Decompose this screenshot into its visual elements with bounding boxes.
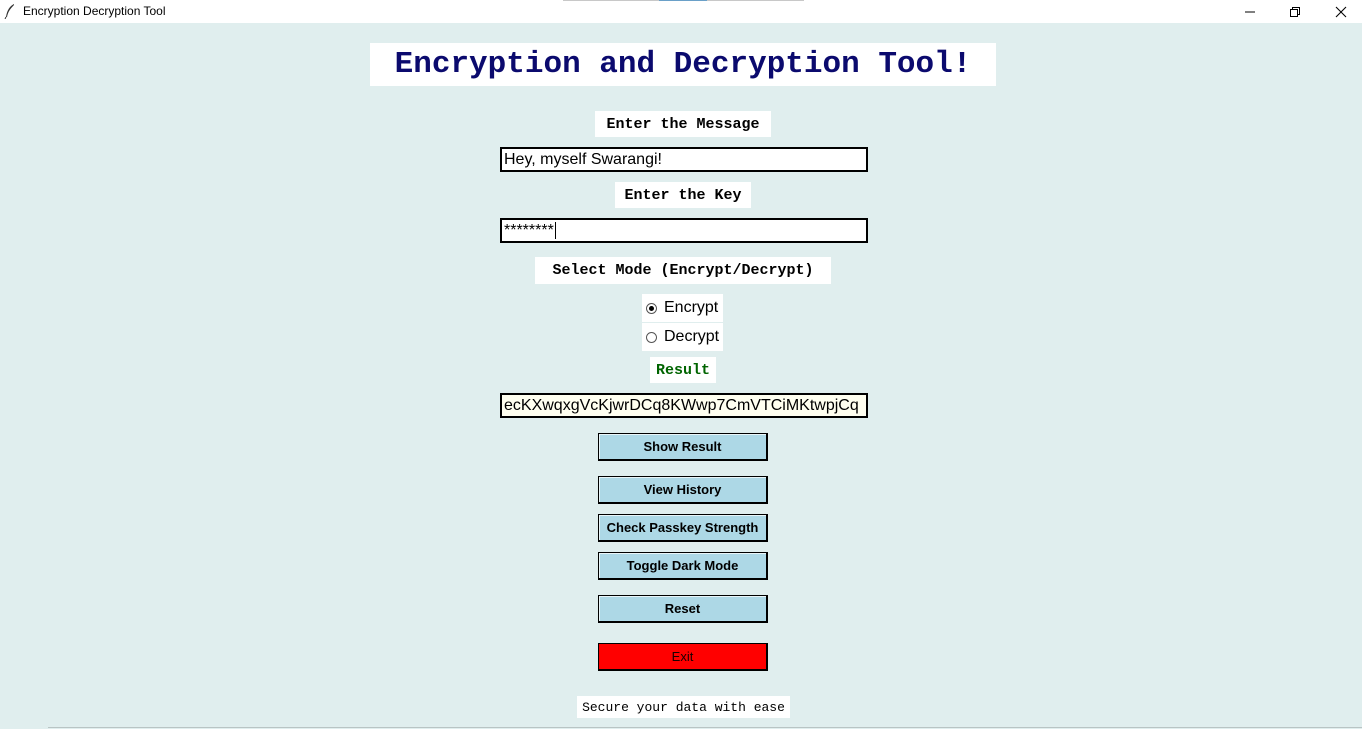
check-passkey-strength-button[interactable]: Check Passkey Strength	[598, 514, 768, 542]
page-title: Encryption and Decryption Tool!	[370, 43, 996, 86]
footer-tagline: Secure your data with ease	[577, 696, 790, 718]
bottom-divider	[48, 727, 1362, 728]
key-input[interactable]: ********	[500, 218, 868, 243]
titlebar-strip	[707, 0, 804, 1]
radio-encrypt[interactable]: Encrypt	[642, 294, 723, 322]
view-history-button[interactable]: View History	[598, 476, 768, 504]
feather-icon	[4, 4, 14, 19]
message-label: Enter the Message	[595, 111, 771, 137]
exit-button[interactable]: Exit	[598, 643, 768, 671]
minimize-icon	[1245, 11, 1255, 12]
close-button[interactable]	[1318, 0, 1362, 23]
show-result-button[interactable]: Show Result	[598, 433, 768, 461]
key-value: ********	[504, 222, 554, 239]
titlebar-strip-active	[659, 0, 707, 1]
message-input[interactable]: Hey, myself Swarangi!	[500, 147, 868, 172]
restore-button[interactable]	[1272, 0, 1318, 23]
reset-button[interactable]: Reset	[598, 595, 768, 623]
radio-decrypt-label: Decrypt	[664, 328, 720, 345]
window-title: Encryption Decryption Tool	[23, 4, 166, 18]
window-titlebar: Encryption Decryption Tool	[0, 0, 1362, 23]
mode-label: Select Mode (Encrypt/Decrypt)	[535, 257, 831, 284]
radio-unselected-icon	[646, 331, 657, 343]
minimize-button[interactable]	[1227, 0, 1273, 23]
text-cursor	[554, 222, 556, 240]
radio-decrypt[interactable]: Decrypt	[642, 323, 723, 351]
close-icon	[1335, 6, 1347, 17]
titlebar-strip	[563, 0, 659, 1]
key-label: Enter the Key	[615, 182, 751, 208]
toggle-dark-mode-button[interactable]: Toggle Dark Mode	[598, 552, 768, 580]
restore-icon	[1290, 6, 1300, 17]
result-label: Result	[650, 357, 716, 383]
radio-encrypt-label: Encrypt	[664, 299, 719, 316]
result-field[interactable]: ecKXwqxgVcKjwrDCq8KWwp7CmVTCiMKtwpjCq	[500, 393, 868, 418]
radio-selected-icon	[646, 302, 657, 314]
